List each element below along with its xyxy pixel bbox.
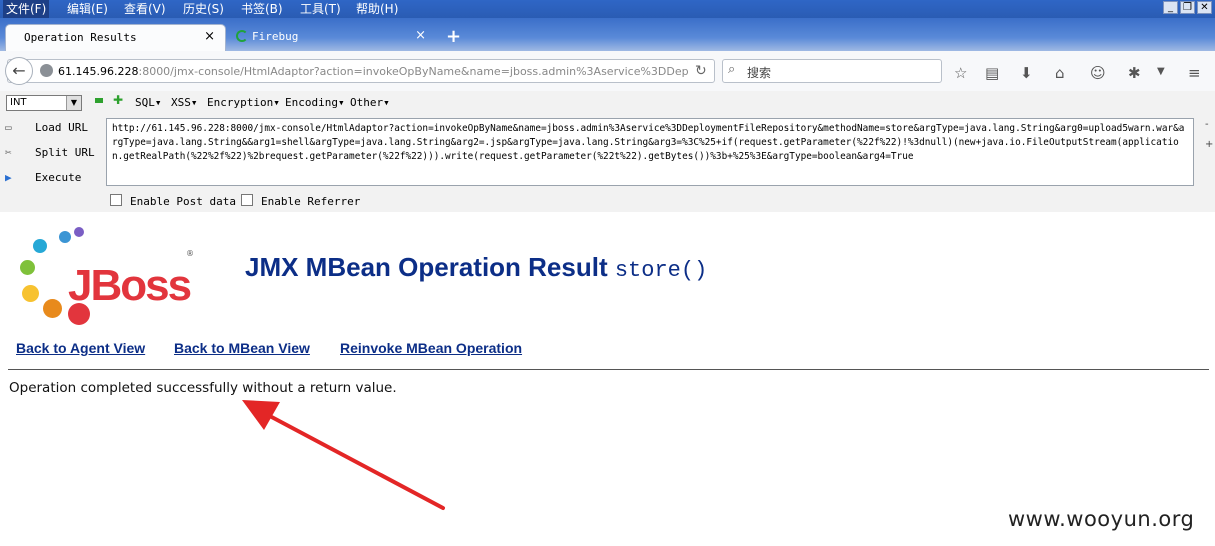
load-url-icon: ▭ — [5, 121, 12, 134]
home-icon[interactable]: ⌂ — [1055, 64, 1065, 82]
menu-history[interactable]: 历史(S) — [180, 0, 227, 18]
download-icon[interactable]: ⬇ — [1020, 64, 1033, 82]
reload-icon[interactable]: ↻ — [695, 63, 707, 79]
tab-firebug[interactable]: Firebug × — [230, 24, 436, 51]
sql-menu[interactable]: SQL▾ — [135, 96, 162, 109]
menu-bar: 文件(F) 编辑(E) 查看(V) 历史(S) 书签(B) 工具(T) 帮助(H… — [0, 0, 1215, 18]
tab-operation-results[interactable]: Operation Results × — [5, 24, 226, 51]
encryption-menu[interactable]: Encryption▾ — [207, 96, 280, 109]
xss-menu[interactable]: XSS▾ — [171, 96, 198, 109]
close-icon[interactable]: × — [415, 28, 426, 43]
checkbox-icon — [241, 194, 253, 206]
expand-icon[interactable]: + — [1205, 139, 1213, 150]
new-tab-icon[interactable]: + — [446, 26, 461, 47]
checkbox-icon — [110, 194, 122, 206]
jboss-wordmark: JBoss — [68, 261, 192, 310]
search-icon: ⌕ — [728, 62, 736, 77]
menu-bookmarks[interactable]: 书签(B) — [238, 0, 286, 18]
enable-post-checkbox[interactable]: Enable Post data — [110, 194, 236, 208]
decrease-icon[interactable] — [95, 98, 103, 103]
tab-label: Operation Results — [24, 31, 137, 44]
menu-file[interactable]: 文件(F) — [3, 0, 50, 18]
load-url-button[interactable]: ▭ Load URL — [5, 121, 88, 134]
jboss-logo: JBoss ® — [16, 227, 196, 327]
back-to-agent-view-link[interactable]: Back to Agent View — [16, 340, 145, 356]
search-placeholder: 搜索 — [747, 66, 772, 80]
navigation-bar: ← 61.145.96.228:8000/jmx-console/HtmlAda… — [0, 51, 1215, 92]
firebug-icon[interactable]: ✱ — [1128, 64, 1141, 82]
chat-icon[interactable]: ☺ — [1090, 64, 1106, 82]
increase-icon[interactable]: ✚ — [113, 93, 123, 107]
chevron-down-icon: ▼ — [66, 96, 81, 110]
back-to-mbean-view-link[interactable]: Back to MBean View — [174, 340, 310, 356]
encoding-select[interactable]: INT ▼ — [6, 95, 82, 111]
encoding-select-value: INT — [10, 97, 27, 108]
chevron-down-icon[interactable]: ▼ — [1157, 66, 1165, 77]
back-button[interactable]: ← — [5, 57, 33, 85]
hackbar-panel: INT ▼ ✚ SQL▾ XSS▾ Encryption▾ Encoding▾ … — [0, 91, 1215, 213]
menu-view[interactable]: 查看(V) — [121, 0, 169, 18]
reading-list-icon[interactable]: ▤ — [985, 64, 999, 82]
url-text[interactable]: 61.145.96.228:8000/jmx-console/HtmlAdapt… — [58, 65, 688, 78]
close-window-icon[interactable]: ✕ — [1197, 1, 1212, 14]
search-box[interactable]: ⌕ 搜索 — [722, 59, 942, 83]
restore-icon[interactable]: ❐ — [1180, 1, 1195, 14]
annotation-arrow — [242, 400, 445, 510]
hamburger-menu-icon[interactable]: ≡ — [1188, 64, 1201, 82]
other-menu[interactable]: Other▾ — [350, 96, 390, 109]
page-content: JBoss ® JMX MBean Operation Result store… — [0, 212, 1215, 546]
tab-label: Firebug — [252, 30, 299, 43]
execute-button[interactable]: ▶ Execute — [5, 171, 81, 184]
reinvoke-mbean-operation-link[interactable]: Reinvoke MBean Operation — [340, 340, 522, 356]
minimize-icon[interactable]: _ — [1163, 1, 1178, 14]
menu-help[interactable]: 帮助(H) — [353, 0, 401, 18]
menu-tools[interactable]: 工具(T) — [297, 0, 344, 18]
tab-strip: Operation Results × Firebug × + — [0, 18, 1215, 51]
watermark: www.wooyun.org — [1008, 507, 1195, 531]
page-title: JMX MBean Operation Result store() — [245, 252, 708, 283]
scissors-icon: ✂ — [5, 146, 12, 159]
split-url-button[interactable]: ✂ Split URL — [5, 146, 95, 159]
globe-icon — [40, 64, 53, 77]
enable-referrer-checkbox[interactable]: Enable Referrer — [241, 194, 360, 208]
menu-edit[interactable]: 编辑(E) — [64, 0, 111, 18]
encoding-menu[interactable]: Encoding▾ — [285, 96, 345, 109]
close-icon[interactable]: × — [204, 29, 215, 44]
play-icon: ▶ — [5, 171, 12, 184]
divider — [8, 369, 1209, 370]
url-textarea[interactable]: http://61.145.96.228:8000/jmx-console/Ht… — [106, 118, 1194, 186]
collapse-icon[interactable]: - — [1205, 119, 1209, 130]
loading-spinner-icon — [236, 30, 248, 42]
bookmark-star-icon[interactable]: ☆ — [954, 64, 967, 82]
